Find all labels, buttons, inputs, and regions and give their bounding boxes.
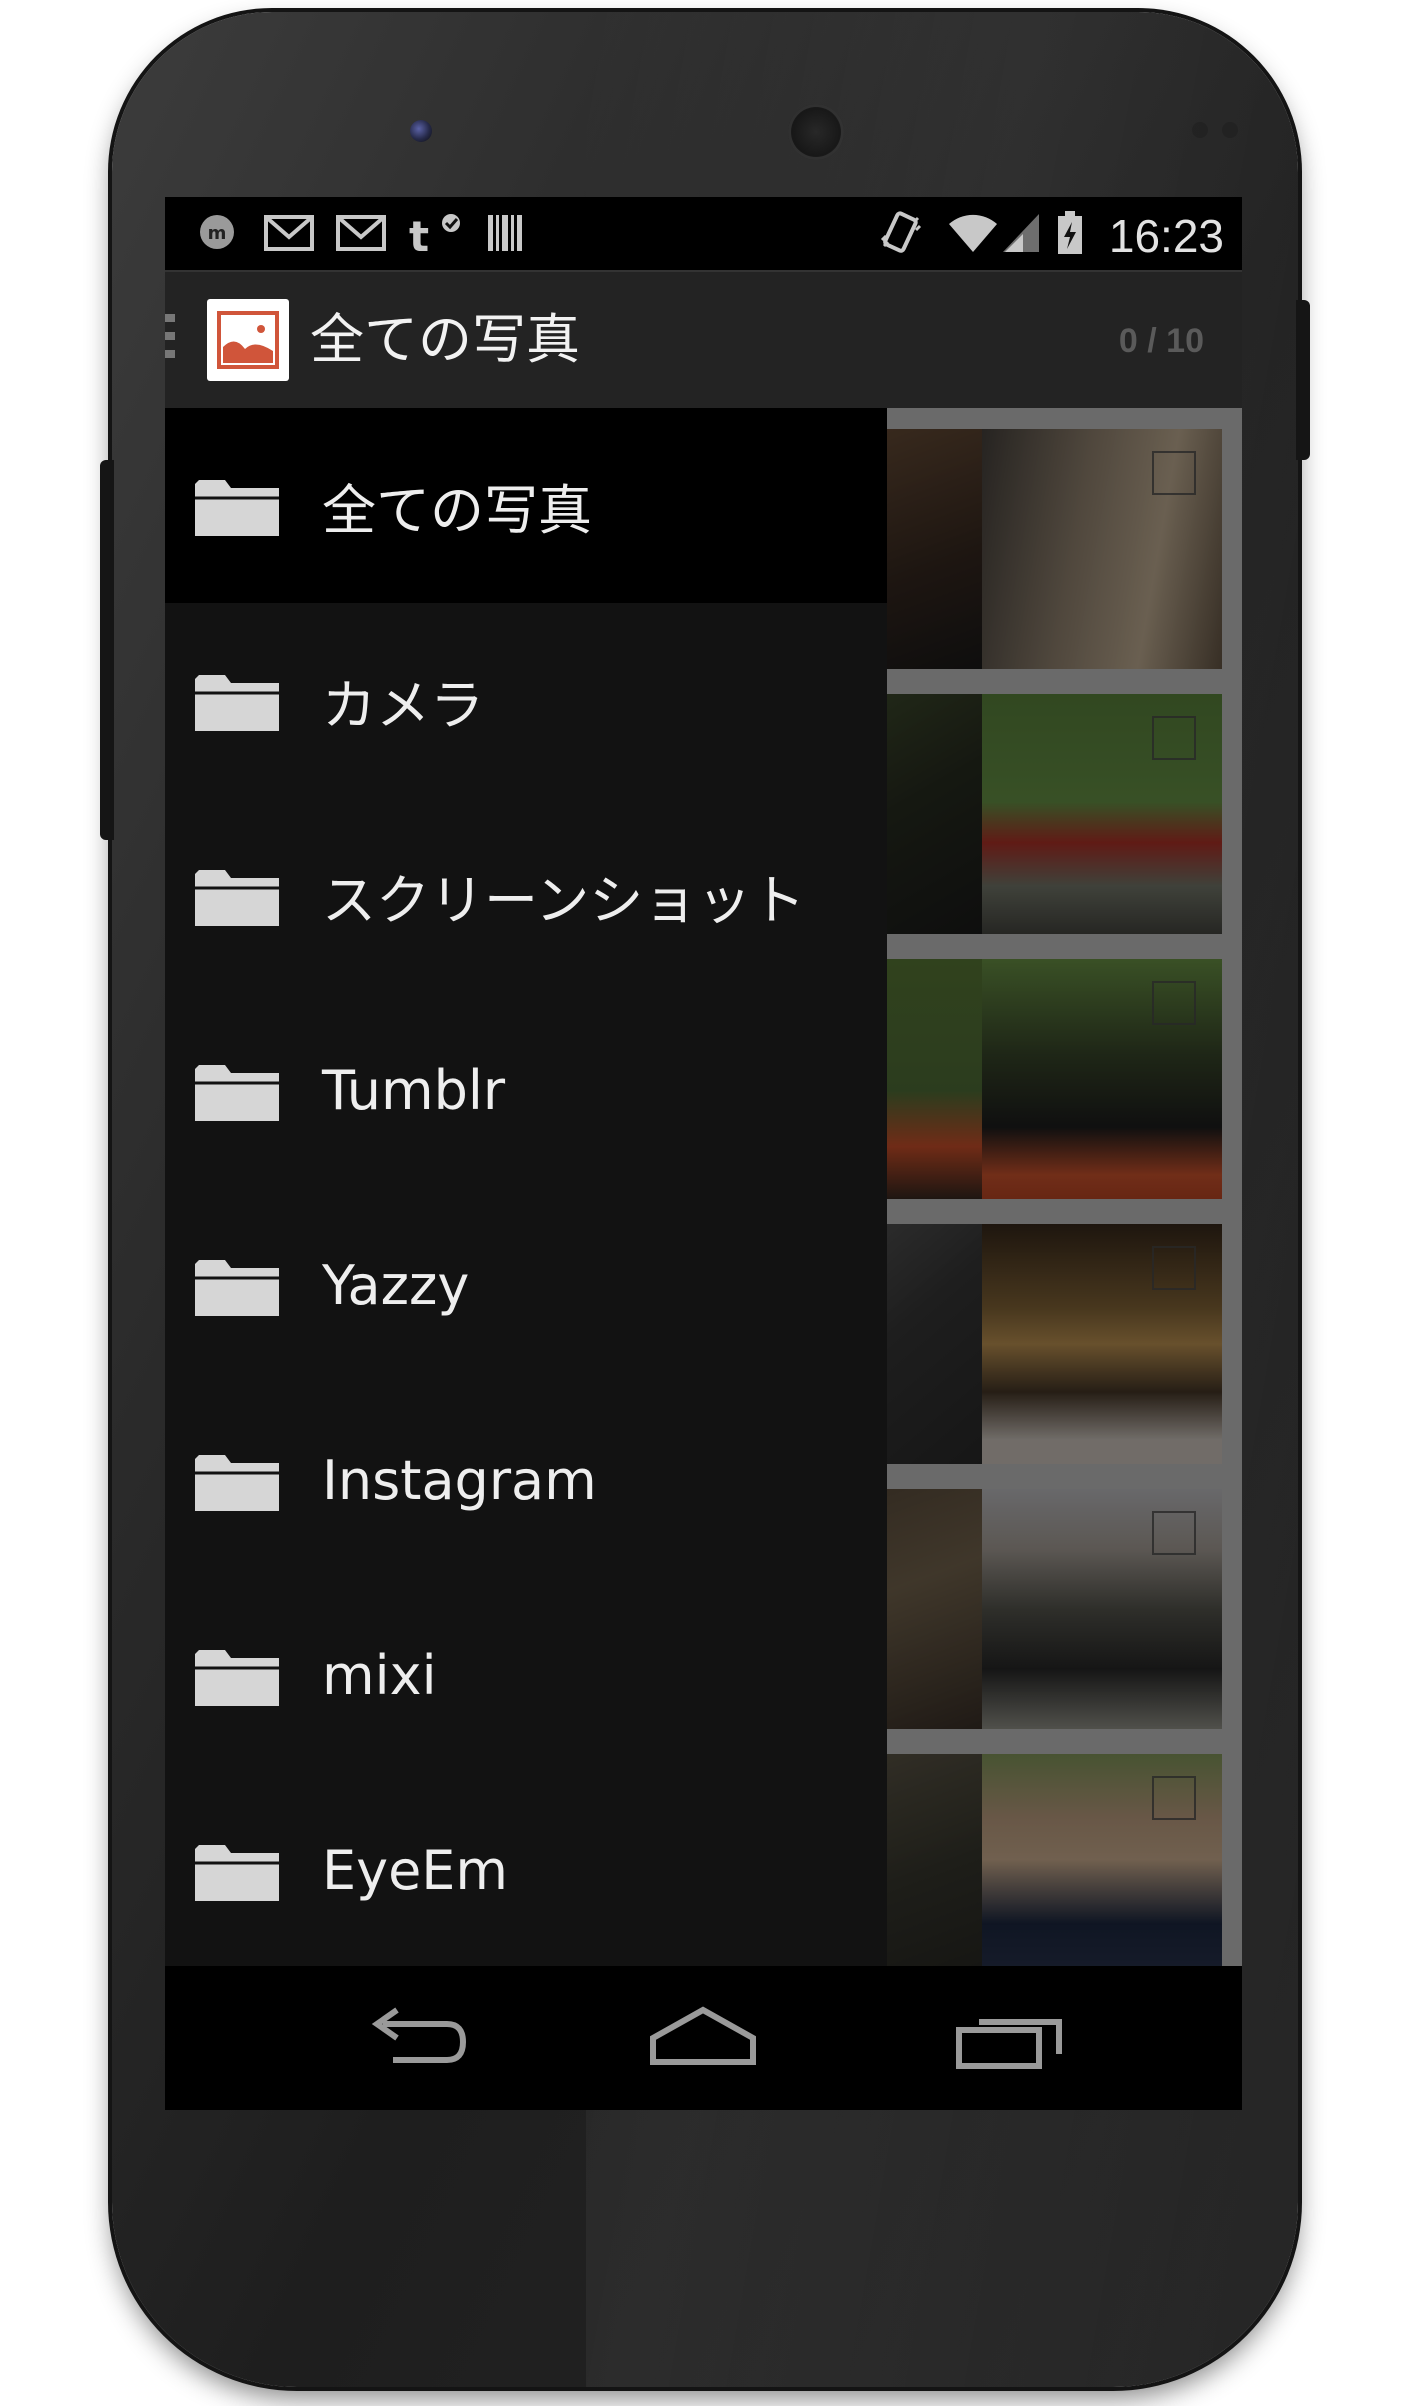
- drawer-item-mixi[interactable]: mixi: [165, 1578, 887, 1773]
- select-checkbox[interactable]: [1152, 451, 1196, 495]
- svg-text:m: m: [208, 223, 227, 244]
- drawer-item-label: mixi: [322, 1644, 437, 1707]
- photo-thumbnail[interactable]: [982, 1754, 1222, 1966]
- folder-icon: [195, 869, 279, 926]
- status-bar: m t 16:23: [165, 197, 1242, 270]
- drawer-indicator-icon[interactable]: [165, 314, 179, 366]
- select-checkbox[interactable]: [1152, 1511, 1196, 1555]
- folder-icon: [195, 479, 279, 536]
- drawer-item-label: 全ての写真: [322, 479, 592, 542]
- drawer-item-camera[interactable]: カメラ: [165, 603, 887, 798]
- front-camera: [410, 120, 432, 142]
- folder-icon: [195, 1259, 279, 1316]
- drawer-item-label: Tumblr: [322, 1059, 506, 1122]
- selection-counter: 0 / 10: [1118, 322, 1204, 360]
- page-title: 全ての写真: [310, 308, 580, 371]
- folder-icon: [195, 1649, 279, 1706]
- drawer-item-tumblr[interactable]: Tumblr: [165, 993, 887, 1188]
- navigation-drawer: 全ての写真 カメラ スクリーンショット Tumblr Yazzy Instagr…: [165, 408, 887, 1966]
- light-sensor: [1222, 122, 1238, 138]
- photo-thumbnail[interactable]: [982, 1224, 1222, 1464]
- folder-icon: [195, 1454, 279, 1511]
- photo-thumbnail[interactable]: [982, 429, 1222, 669]
- folder-icon: [195, 1844, 279, 1901]
- drawer-item-screenshots[interactable]: スクリーンショット: [165, 798, 887, 993]
- drawer-item-label: スクリーンショット: [322, 869, 806, 932]
- clock: 16:23: [1108, 210, 1224, 262]
- vibrate-icon: [877, 211, 923, 255]
- select-checkbox[interactable]: [1152, 716, 1196, 760]
- volume-button: [100, 460, 114, 840]
- recent-apps-icon[interactable]: [951, 2002, 1071, 2074]
- app-icon[interactable]: [207, 299, 289, 381]
- system-nav-bar: [165, 1966, 1242, 2110]
- drawer-item-label: Instagram: [322, 1449, 597, 1512]
- gmail-icon: [335, 211, 387, 255]
- select-checkbox[interactable]: [1152, 1776, 1196, 1820]
- barcode-icon: [485, 211, 525, 255]
- screen: m t 16:23 全ての写真 0 / 10 全ての写真 カメラ スクリーンショ…: [165, 197, 1242, 2110]
- messenger-icon: m: [195, 211, 239, 255]
- drawer-item-all-photos[interactable]: 全ての写真: [165, 408, 887, 603]
- drawer-item-label: カメラ: [322, 674, 484, 737]
- photo-thumbnail[interactable]: [982, 1489, 1222, 1729]
- photo-thumbnail[interactable]: [982, 694, 1222, 934]
- drawer-item-eyeem[interactable]: EyeEm: [165, 1773, 887, 1968]
- drawer-item-yazzy[interactable]: Yazzy: [165, 1188, 887, 1383]
- photo-thumbnail[interactable]: [982, 959, 1222, 1199]
- battery-charging-icon: [1055, 211, 1085, 255]
- signal-icon: [1001, 211, 1041, 255]
- select-checkbox[interactable]: [1152, 981, 1196, 1025]
- earpiece-speaker: [788, 104, 844, 160]
- back-icon[interactable]: [353, 2002, 473, 2074]
- select-checkbox[interactable]: [1152, 1246, 1196, 1290]
- home-icon[interactable]: [643, 2002, 763, 2074]
- svg-text:t: t: [409, 212, 429, 255]
- action-bar: 全ての写真 0 / 10: [165, 270, 1242, 408]
- proximity-sensor: [1192, 122, 1208, 138]
- power-button: [1296, 300, 1310, 460]
- drawer-item-label: EyeEm: [322, 1839, 509, 1902]
- drawer-item-label: Yazzy: [322, 1254, 470, 1317]
- tumblr-icon: t: [407, 211, 465, 255]
- folder-icon: [195, 674, 279, 731]
- wifi-icon: [947, 211, 999, 255]
- gmail-icon: [263, 211, 315, 255]
- drawer-item-instagram[interactable]: Instagram: [165, 1383, 887, 1578]
- folder-icon: [195, 1064, 279, 1121]
